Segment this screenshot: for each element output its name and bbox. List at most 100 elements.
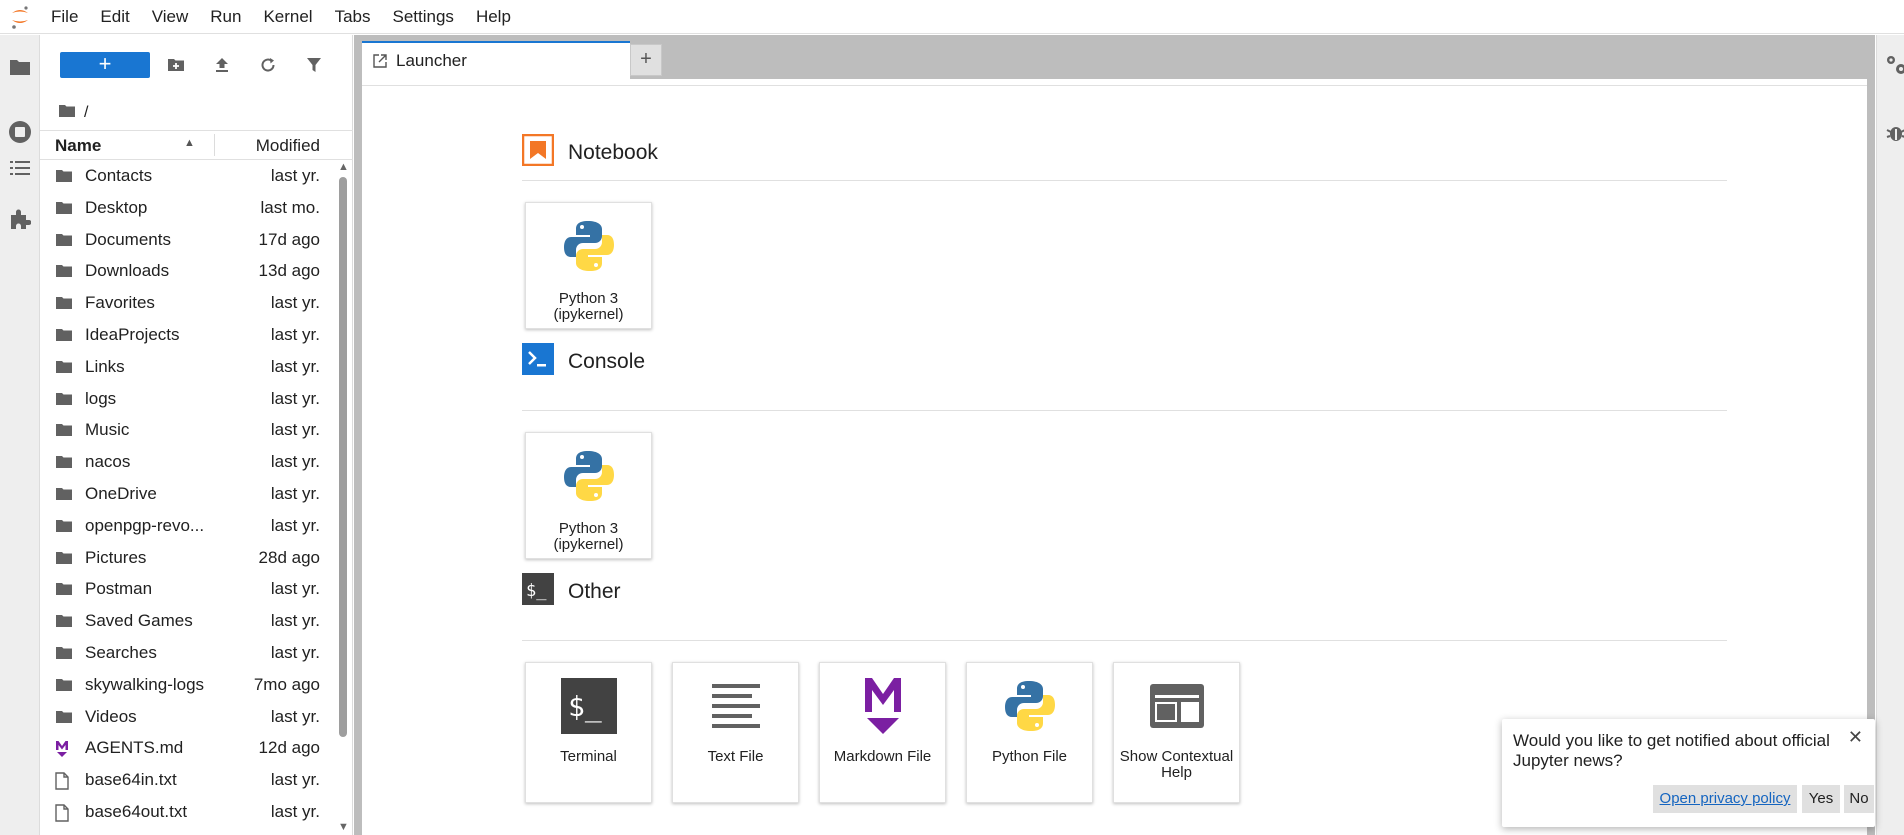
console-python3-card[interactable]: Python 3 (ipykernel)	[525, 432, 652, 559]
breadcrumb-root[interactable]: /	[84, 104, 88, 122]
tab-launcher[interactable]: Launcher	[362, 41, 630, 79]
markdown-icon	[820, 663, 945, 749]
right-sidebar-rail	[1876, 35, 1904, 835]
yes-button[interactable]: Yes	[1802, 785, 1840, 813]
name-column-header[interactable]: Name	[55, 136, 101, 156]
python-file-card[interactable]: Python File	[966, 662, 1093, 803]
file-modified: last yr.	[270, 356, 320, 376]
property-inspector-icon[interactable]	[1885, 54, 1904, 79]
home-folder-icon[interactable]	[58, 104, 76, 123]
menu-help[interactable]: Help	[465, 0, 522, 34]
upload-icon[interactable]	[211, 54, 233, 76]
file-list-item[interactable]: Downloads 13d ago	[40, 256, 335, 287]
file-list-item[interactable]: Links last yr.	[40, 352, 335, 383]
close-icon[interactable]: ✕	[1848, 727, 1863, 748]
modified-column-header[interactable]: Modified	[256, 136, 320, 156]
file-list-item[interactable]: AGENTS.md 12d ago	[40, 733, 335, 764]
running-icon[interactable]	[6, 118, 34, 146]
terminal-card[interactable]: $_ Terminal	[525, 662, 652, 803]
debugger-icon[interactable]	[1885, 121, 1904, 146]
other-icon: $_	[522, 573, 554, 611]
menu-tabs[interactable]: Tabs	[324, 0, 382, 34]
file-list-item[interactable]: Desktop last mo.	[40, 193, 335, 224]
folder-icon[interactable]	[6, 53, 34, 81]
file-modified: last yr.	[270, 579, 320, 599]
menu-settings[interactable]: Settings	[382, 0, 465, 34]
scroll-down-icon[interactable]: ▼	[338, 821, 349, 833]
file-icon	[55, 804, 73, 822]
add-tab-button[interactable]: +	[630, 44, 662, 76]
refresh-icon[interactable]	[257, 54, 279, 76]
svg-text:$_: $_	[526, 581, 547, 601]
file-list-item[interactable]: Videos last yr.	[40, 702, 335, 733]
file-list-item[interactable]: logs last yr.	[40, 384, 335, 415]
file-list-item[interactable]: install.ps113d ago	[40, 829, 335, 835]
contextual-help-card[interactable]: Show Contextual Help	[1113, 662, 1240, 803]
jupyter-logo-icon[interactable]	[0, 0, 40, 34]
file-list-item[interactable]: base64in.txt last yr.	[40, 765, 335, 796]
file-icon	[55, 772, 73, 790]
file-list-item[interactable]: skywalking-logs 7mo ago	[40, 670, 335, 701]
folder-icon	[55, 263, 73, 279]
console-section-title: Console	[568, 350, 646, 373]
file-list-item[interactable]: Music last yr.	[40, 415, 335, 446]
file-list-item[interactable]: OneDrive last yr.	[40, 479, 335, 510]
file-list-item[interactable]: nacos last yr.	[40, 447, 335, 478]
file-modified: last yr.	[270, 166, 320, 185]
table-of-contents-icon[interactable]	[6, 154, 34, 182]
file-modified: last yr.	[270, 452, 320, 472]
file-list-item[interactable]: Postman last yr.	[40, 574, 335, 605]
card-label: Python 3 (ipykernel)	[553, 520, 624, 553]
folder-icon	[55, 645, 73, 661]
file-modified: last mo.	[260, 197, 320, 217]
notebook-section-title: Notebook	[568, 141, 658, 164]
menu-edit[interactable]: Edit	[89, 0, 140, 34]
folder-icon	[55, 422, 73, 438]
file-modified: 17d ago	[258, 229, 320, 249]
file-name: Downloads	[85, 261, 170, 281]
privacy-policy-link[interactable]: Open privacy policy	[1653, 785, 1797, 813]
file-list-scrollbar[interactable]: ▲ ▼	[336, 161, 350, 835]
menu-file[interactable]: File	[40, 0, 89, 34]
sort-ascending-icon: ▲	[184, 137, 195, 149]
file-modified: last yr.	[270, 293, 320, 313]
scroll-up-icon[interactable]: ▲	[338, 161, 349, 173]
file-list-item[interactable]: Favorites last yr.	[40, 288, 335, 319]
folder-icon	[55, 391, 73, 407]
notebook-python3-card[interactable]: Python 3 (ipykernel)	[525, 202, 652, 329]
menu-kernel[interactable]: Kernel	[252, 0, 323, 34]
folder-icon	[55, 359, 73, 375]
file-name: Favorites	[85, 293, 155, 313]
file-list-item[interactable]: Contacts last yr.	[40, 161, 335, 192]
file-list-item[interactable]: openpgp-revo... last yr.	[40, 511, 335, 542]
file-list-item[interactable]: Pictures 28d ago	[40, 543, 335, 574]
scroll-thumb[interactable]	[339, 177, 347, 737]
file-name: Desktop	[85, 197, 148, 217]
folder-icon	[55, 613, 73, 629]
no-button[interactable]: No	[1844, 785, 1874, 813]
menu-run[interactable]: Run	[199, 0, 252, 34]
file-name: AGENTS.md	[85, 738, 184, 758]
card-label: Python File	[991, 748, 1068, 765]
new-folder-icon[interactable]	[165, 54, 187, 76]
file-modified: last yr.	[270, 643, 320, 662]
file-modified: last yr.	[270, 770, 320, 790]
svg-text:$_: $_	[568, 690, 602, 724]
file-modified: last yr.	[270, 325, 320, 344]
text-file-card[interactable]: Text File	[672, 662, 799, 803]
column-divider[interactable]	[214, 134, 215, 156]
file-list-item[interactable]: Documents 17d ago	[40, 225, 335, 256]
menu-view[interactable]: View	[141, 0, 200, 34]
notebook-icon	[521, 133, 555, 172]
file-name: Searches	[85, 643, 157, 662]
folder-icon	[55, 709, 73, 725]
file-list-item[interactable]: Saved Games last yr.	[40, 606, 335, 637]
file-list-item[interactable]: IdeaProjects last yr.	[40, 320, 335, 351]
file-browser-toolbar: +	[40, 35, 353, 95]
new-launcher-button[interactable]: +	[60, 52, 150, 78]
filter-icon[interactable]	[303, 54, 325, 76]
extension-icon[interactable]	[6, 205, 34, 233]
file-list-item[interactable]: Searches last yr.	[40, 638, 335, 669]
file-list-item[interactable]: base64out.txt last yr.	[40, 797, 335, 828]
markdown-file-card[interactable]: Markdown File	[819, 662, 946, 803]
